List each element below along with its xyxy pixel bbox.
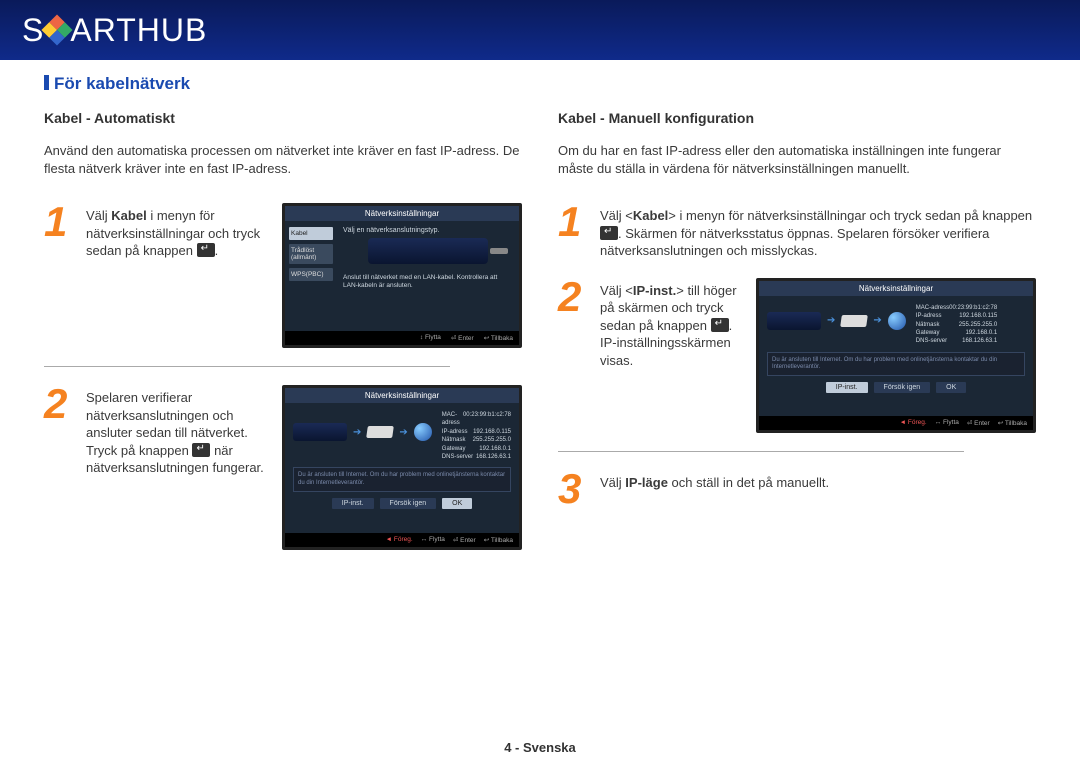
step-text: Välj Kabel i menyn för nätverksinställni…: [86, 203, 272, 260]
screenshot-footer: ◄ Föreg. ↔ Flytta ⏎ Enter ↩ Tillbaka: [759, 416, 1033, 430]
screenshot-sidebar: Kabel Trådlöst (allmänt) WPS(PBC): [285, 221, 337, 331]
separator: [44, 366, 450, 367]
screenshot-title: Nätverksinställningar: [759, 281, 1033, 296]
step-text: Spelaren verifierar nätverksanslutningen…: [86, 385, 272, 477]
right-step-3: 3 Välj IP-läge och ställ in det på manue…: [558, 470, 1036, 508]
page-footer: 4 - Svenska: [0, 740, 1080, 755]
left-step-2: 2 Spelaren verifierar nätverksanslutning…: [44, 385, 522, 550]
left-step-1: 1 Välj Kabel i menyn för nätverksinställ…: [44, 203, 522, 348]
right-step-1: 1 Välj <Kabel> i menyn för nätverksinstä…: [558, 203, 1036, 260]
page-content: För kabelnätverk Kabel - Automatiskt Anv…: [0, 60, 1080, 568]
right-subhead: Kabel - Manuell konfiguration: [558, 110, 1036, 126]
screenshot-network-status-2: Nätverksinställningar ➔ ➔ MAC-ad: [756, 278, 1036, 433]
screenshot-footer: ◄ Föreg. ↔ Flytta ⏎ Enter ↩ Tillbaka: [285, 533, 519, 547]
screenshot-title: Nätverksinställningar: [285, 388, 519, 403]
step-text: Välj <Kabel> i menyn för nätverksinställ…: [600, 203, 1036, 260]
btn-retry: Försök igen: [380, 498, 437, 509]
status-message: Du är ansluten till Internet. Om du har …: [767, 352, 1025, 376]
separator: [558, 451, 964, 452]
logo-cube-icon: [42, 14, 73, 45]
enter-icon: [197, 243, 215, 257]
connection-diagram: ➔ ➔: [293, 411, 432, 453]
player-icon: [767, 312, 821, 330]
screenshot-buttons: IP-inst. Försök igen OK: [767, 382, 1025, 393]
step-text: Välj IP-läge och ställ in det på manuell…: [600, 470, 1036, 492]
section-title: För kabelnätverk: [44, 74, 1036, 94]
btn-ipinst: IP-inst.: [332, 498, 374, 509]
network-table: MAC-adress00:23:99:b1:c2:78 IP-adress192…: [442, 411, 511, 461]
left-intro: Använd den automatiska processen om nätv…: [44, 142, 522, 177]
connection-diagram: ➔ ➔: [767, 304, 906, 338]
screenshot-note: Anslut till nätverket med en LAN-kabel. …: [343, 274, 513, 290]
network-table: MAC-adress00:23:99:b1:c2:78 IP-adress192…: [916, 304, 997, 346]
enter-icon: [711, 318, 729, 332]
right-column: Kabel - Manuell konfiguration Om du har …: [558, 110, 1036, 568]
step-number: 1: [558, 203, 588, 241]
screenshot-network-settings-1: Nätverksinställningar Kabel Trådlöst (al…: [282, 203, 522, 348]
btn-ok: OK: [936, 382, 966, 393]
screenshot-network-status-1: Nätverksinställningar ➔ ➔ MAC-ad: [282, 385, 522, 550]
screenshot-buttons: IP-inst. Försök igen OK: [293, 498, 511, 509]
tab-kabel: Kabel: [289, 227, 333, 240]
section-bar-icon: [44, 75, 49, 90]
step-text: Välj <IP-inst.> till höger på skärmen oc…: [600, 278, 746, 370]
btn-retry: Försök igen: [874, 382, 931, 393]
two-columns: Kabel - Automatiskt Använd den automatis…: [44, 110, 1036, 568]
enter-icon: [192, 443, 210, 457]
section-title-text: För kabelnätverk: [54, 74, 190, 93]
right-intro: Om du har en fast IP-adress eller den au…: [558, 142, 1036, 177]
globe-icon: [414, 423, 432, 441]
smart-hub-logo: S ART HUB: [22, 12, 207, 49]
device-icon: [368, 238, 488, 264]
player-icon: [293, 423, 347, 441]
step-number: 2: [44, 385, 74, 477]
logo-art: ART: [70, 12, 136, 49]
router-icon: [367, 426, 395, 438]
tab-wifi: Trådlöst (allmänt): [289, 244, 333, 264]
right-step-2: 2 Välj <IP-inst.> till höger på skärmen …: [558, 278, 1036, 433]
step-number: 1: [44, 203, 74, 260]
screenshot-title: Nätverksinställningar: [285, 206, 519, 221]
left-column: Kabel - Automatiskt Använd den automatis…: [44, 110, 522, 568]
status-message: Du är ansluten till Internet. Om du har …: [293, 467, 511, 491]
btn-ipinst: IP-inst.: [826, 382, 868, 393]
step-number: 3: [558, 470, 588, 508]
router-icon: [841, 315, 869, 327]
logo-hub: HUB: [137, 12, 208, 49]
left-subhead: Kabel - Automatiskt: [44, 110, 522, 126]
app-header: S ART HUB: [0, 0, 1080, 60]
tab-wps: WPS(PBC): [289, 268, 333, 281]
btn-ok: OK: [442, 498, 472, 509]
screenshot-subtitle: Välj en nätverksanslutningstyp.: [343, 227, 513, 234]
globe-icon: [888, 312, 906, 330]
step-number: 2: [558, 278, 588, 370]
enter-icon: [600, 226, 618, 240]
screenshot-footer: ↕ Flytta ⏎ Enter ↩ Tillbaka: [285, 331, 519, 345]
